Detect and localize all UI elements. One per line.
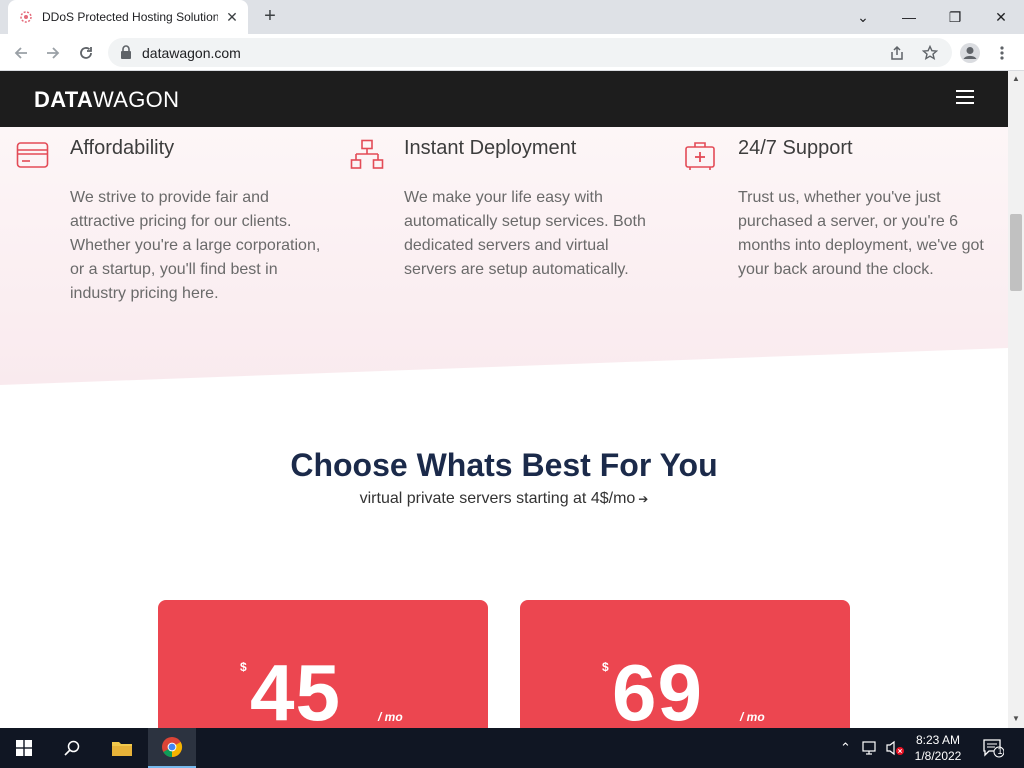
feature-title: Affordability xyxy=(70,137,175,159)
scrollbar-thumb[interactable] xyxy=(1010,214,1022,291)
clock-date: 1/8/2022 xyxy=(914,749,962,763)
price-period: / mo xyxy=(378,710,403,724)
start-button[interactable] xyxy=(0,728,48,768)
arrow-right-icon: ➔ xyxy=(638,492,649,506)
tab-close-icon[interactable]: ✕ xyxy=(224,9,240,25)
url-text: datawagon.com xyxy=(142,45,241,61)
system-clock[interactable]: 8:23 AM 1/8/2022 xyxy=(906,732,970,764)
pricing-header: Choose Whats Best For You virtual privat… xyxy=(0,447,1008,508)
browser-tab-strip: DDoS Protected Hosting Solutions ✕ + ⌄ —… xyxy=(0,0,1024,34)
back-arrow-icon xyxy=(14,47,27,59)
reload-button[interactable] xyxy=(73,40,99,66)
back-button[interactable] xyxy=(8,40,34,66)
address-bar[interactable]: datawagon.com xyxy=(108,38,952,67)
scroll-up-icon[interactable]: ▲ xyxy=(1011,74,1021,84)
bookmark-star-icon[interactable] xyxy=(920,43,940,63)
reload-icon xyxy=(80,47,92,59)
folder-icon xyxy=(112,742,132,756)
volume-muted-icon[interactable] xyxy=(886,740,906,759)
price-period: / mo xyxy=(740,710,765,724)
chrome-taskbar-button[interactable] xyxy=(148,728,196,768)
clock-time: 8:23 AM xyxy=(915,733,961,747)
feature-description: We make your life easy with automaticall… xyxy=(404,189,646,278)
feature-title: Instant Deployment xyxy=(404,137,577,159)
plan-price: 45 xyxy=(250,648,341,728)
feature-title: 24/7 Support xyxy=(738,137,853,159)
show-hidden-icons-icon[interactable]: ⌃ xyxy=(840,740,851,756)
plan-price: 69 xyxy=(612,648,703,728)
tab-title: DDoS Protected Hosting Solutions xyxy=(42,10,218,24)
kebab-menu-icon xyxy=(1000,46,1004,60)
chrome-icon xyxy=(162,737,183,758)
credit-card-icon xyxy=(16,142,49,168)
currency-symbol: $ xyxy=(602,660,609,674)
pricing-card-45[interactable]: $ 45 / mo xyxy=(158,600,488,728)
network-status-icon[interactable] xyxy=(862,740,880,759)
close-window-button[interactable]: ✕ xyxy=(978,0,1024,34)
feature-description: Trust us, whether you've just purchased … xyxy=(738,189,984,278)
logo-bold-text: DATA xyxy=(34,87,94,112)
feature-description: We strive to provide fair and attractive… xyxy=(70,189,321,302)
profile-button[interactable] xyxy=(957,40,983,66)
pricing-subtitle-link[interactable]: virtual private servers starting at 4$/m… xyxy=(0,490,1008,508)
forward-button[interactable] xyxy=(40,40,66,66)
file-explorer-button[interactable] xyxy=(98,728,146,768)
page-viewport: DATAWAGON Affordability We strive to pro… xyxy=(0,71,1008,728)
hamburger-menu-icon[interactable] xyxy=(956,90,974,104)
windows-taskbar: ⌃ 8:23 AM 1/8/2022 1 xyxy=(0,728,1024,768)
browser-tab[interactable]: DDoS Protected Hosting Solutions ✕ xyxy=(8,0,248,34)
profile-avatar-icon xyxy=(960,43,980,63)
notification-center-icon[interactable]: 1 xyxy=(982,738,1005,761)
search-icon xyxy=(64,740,80,756)
page-scrollbar[interactable]: ▲ ▼ xyxy=(1008,71,1024,728)
site-favicon-icon xyxy=(18,9,34,25)
currency-symbol: $ xyxy=(240,660,247,674)
logo-light-text: WAGON xyxy=(93,87,180,112)
medical-kit-icon xyxy=(685,142,715,170)
new-tab-button[interactable]: + xyxy=(258,5,282,29)
tab-search-icon[interactable]: ⌄ xyxy=(840,0,886,34)
network-icon xyxy=(350,139,384,169)
site-logo[interactable]: DATAWAGON xyxy=(34,87,179,113)
forward-arrow-icon xyxy=(47,47,60,59)
pricing-subtitle: virtual private servers starting at 4$/m… xyxy=(359,490,636,507)
pricing-title: Choose Whats Best For You xyxy=(290,447,718,483)
features-section: Affordability We strive to provide fair … xyxy=(0,127,1008,385)
notification-count: 1 xyxy=(997,746,1003,756)
browser-toolbar: datawagon.com xyxy=(0,34,1024,71)
lock-icon xyxy=(121,45,131,59)
windows-logo-icon xyxy=(16,740,32,756)
scroll-down-icon[interactable]: ▼ xyxy=(1011,714,1021,724)
search-button[interactable] xyxy=(48,728,96,768)
restore-button[interactable]: ❐ xyxy=(932,0,978,34)
pricing-card-69[interactable]: $ 69 / mo xyxy=(520,600,850,728)
browser-menu-button[interactable] xyxy=(989,40,1015,66)
site-navbar: DATAWAGON xyxy=(0,71,1008,127)
share-icon[interactable] xyxy=(887,43,907,63)
minimize-button[interactable]: — xyxy=(886,0,932,34)
